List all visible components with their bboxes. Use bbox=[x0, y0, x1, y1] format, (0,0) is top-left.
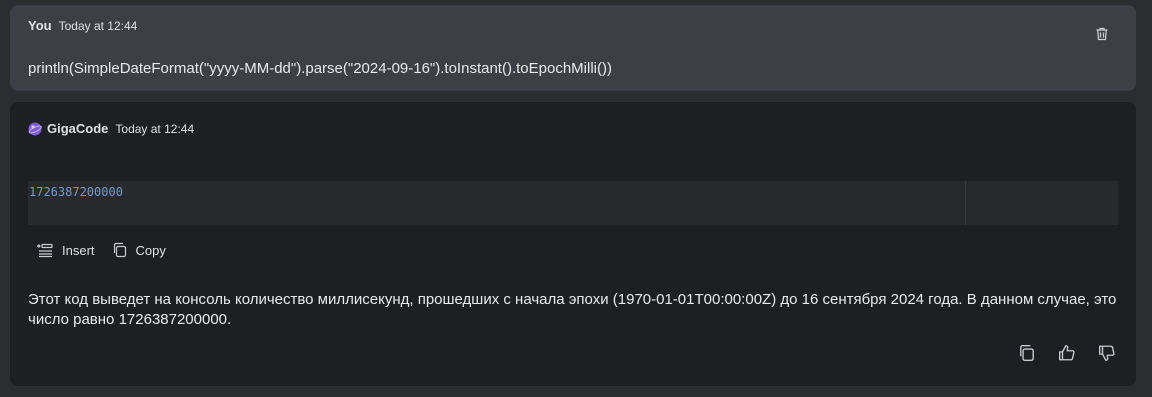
insert-label: Insert bbox=[62, 242, 95, 258]
bot-message: GigaCode Today at 12:44 1726387200000 In… bbox=[10, 102, 1136, 386]
trash-icon[interactable] bbox=[1094, 26, 1110, 42]
user-message: You Today at 12:44 println(SimpleDateFor… bbox=[10, 5, 1136, 91]
user-message-header: You Today at 12:44 bbox=[28, 18, 137, 33]
insert-button[interactable]: Insert bbox=[36, 242, 95, 258]
bot-timestamp: Today at 12:44 bbox=[115, 121, 195, 136]
gigacode-logo-icon bbox=[28, 122, 42, 136]
bot-message-header: GigaCode Today at 12:44 bbox=[28, 121, 194, 136]
answer-text: Этот код выведет на консоль количество м… bbox=[28, 291, 1117, 328]
user-message-text: println(SimpleDateFormat("yyyy-MM-dd").p… bbox=[28, 60, 612, 77]
code-block[interactable]: 1726387200000 bbox=[28, 181, 1118, 225]
code-divider bbox=[965, 181, 966, 225]
user-author: You bbox=[28, 18, 52, 33]
insert-icon bbox=[37, 243, 53, 258]
copy-label: Copy bbox=[135, 242, 166, 258]
copy-icon bbox=[113, 242, 126, 258]
bot-author: GigaCode bbox=[47, 121, 109, 136]
feedback-actions bbox=[1018, 344, 1116, 362]
code-text: 1726387200000 bbox=[29, 185, 123, 199]
copy-icon[interactable] bbox=[1018, 344, 1036, 362]
thumbs-down-icon[interactable] bbox=[1098, 344, 1116, 362]
code-actions: Insert Copy bbox=[36, 242, 166, 258]
thumbs-up-icon[interactable] bbox=[1058, 344, 1076, 362]
user-timestamp: Today at 12:44 bbox=[58, 19, 138, 33]
copy-button[interactable]: Copy bbox=[112, 242, 166, 258]
